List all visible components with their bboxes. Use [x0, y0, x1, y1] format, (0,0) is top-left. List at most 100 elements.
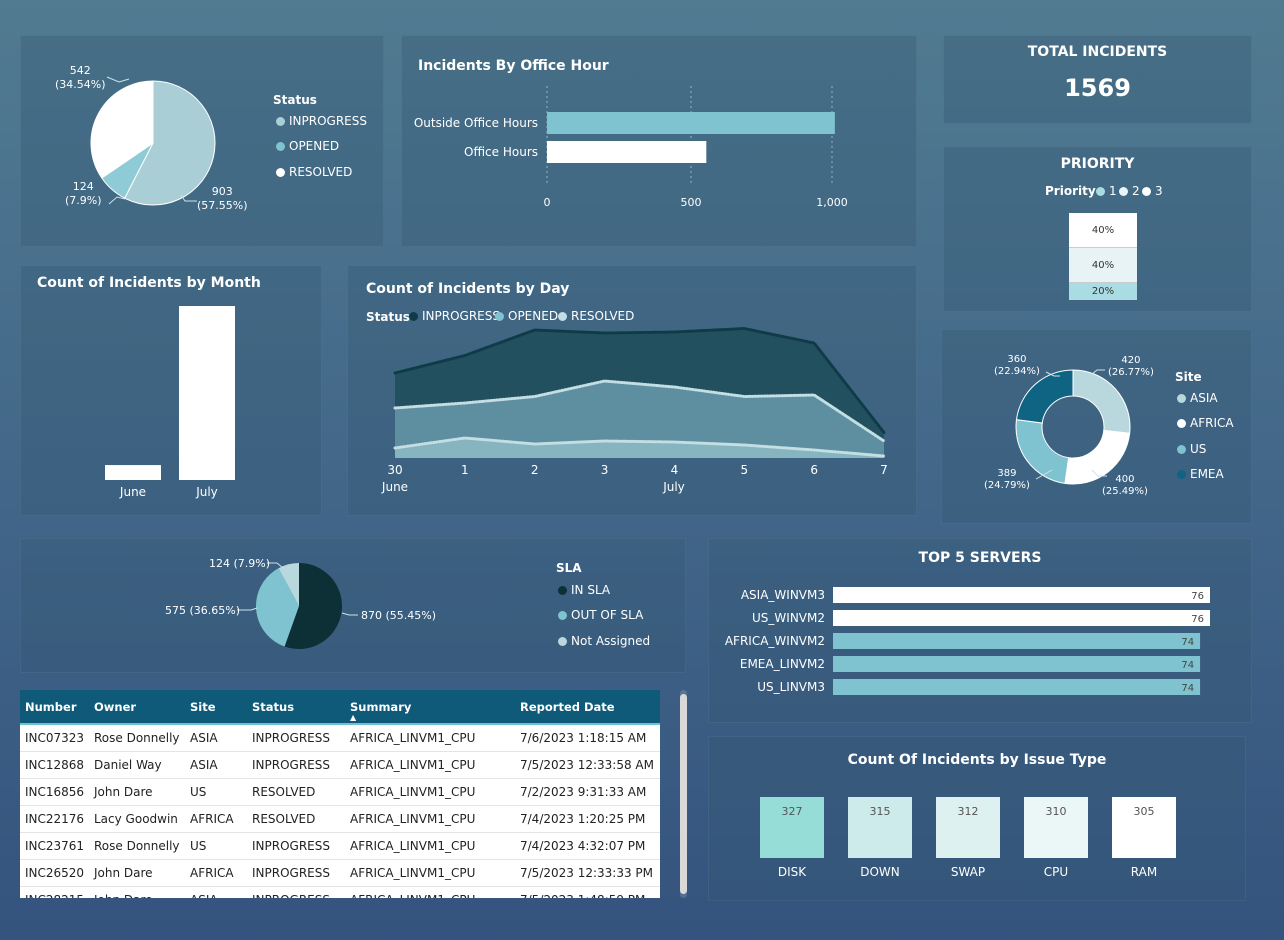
- bar-office-hours[interactable]: [547, 141, 707, 163]
- status-pie-label-opened: 124 (7.9%): [65, 180, 102, 207]
- table-cell: INC16856: [25, 785, 85, 799]
- table-cell: INC07323: [25, 731, 85, 745]
- table-cell: US: [190, 839, 207, 853]
- tile-value-label: 315: [870, 805, 891, 818]
- day-tick-label: 6: [810, 463, 818, 477]
- table-cell: 7/4/2023 4:32:07 PM: [520, 839, 646, 853]
- column-header-site[interactable]: Site: [185, 700, 247, 714]
- priority-legend-1[interactable]: 1: [1096, 184, 1117, 198]
- bar-us_winvm2[interactable]: [833, 610, 1210, 626]
- priority-card: PRIORITY Priority 1 2 3 40% 40% 20%: [943, 146, 1252, 312]
- tile-value-label: 310: [1046, 805, 1067, 818]
- bar-june[interactable]: [105, 465, 161, 480]
- table-row[interactable]: INC07323 Rose Donnelly ASIA INPROGRESS AFRIC…: [20, 725, 660, 752]
- table-cell: AFRICA: [190, 812, 234, 826]
- status-legend-title: Status: [273, 93, 317, 107]
- sla-legend-out-of-sla[interactable]: OUT OF SLA: [558, 608, 643, 622]
- table-row[interactable]: INC12868 Daniel Way ASIA INPROGRESS AFRICA_L…: [20, 752, 660, 779]
- table-cell: Daniel Way: [94, 758, 162, 772]
- site-legend-asia[interactable]: ASIA: [1177, 391, 1218, 405]
- table-cell: Rose Donnelly: [94, 731, 180, 745]
- table-cell: INPROGRESS: [247, 893, 345, 898]
- table-cell: US: [190, 785, 207, 799]
- tile-category-label: DISK: [778, 865, 807, 879]
- column-header-number[interactable]: Number: [20, 700, 89, 714]
- table-cell: John Dare: [89, 893, 185, 898]
- priority-segment-1[interactable]: 20%: [1069, 283, 1137, 300]
- table-row[interactable]: INC26520 John Dare AFRICA INPROGRESS AFRICA_…: [20, 860, 660, 887]
- bar-outside-office-hours[interactable]: [547, 112, 835, 134]
- legend-dot: [1177, 418, 1186, 428]
- column-header-status[interactable]: Status: [247, 700, 345, 714]
- table-cell: INC23761: [25, 839, 85, 853]
- legend-dot: [1177, 444, 1186, 454]
- status-pie-label-inprogress: 903 (57.55%): [197, 185, 248, 212]
- office-category-label: Outside Office Hours: [414, 116, 538, 130]
- server-value-label: 74: [1181, 660, 1194, 671]
- table-scrollbar[interactable]: [680, 690, 687, 898]
- site-legend-us[interactable]: US: [1177, 442, 1206, 456]
- priority-segment-3[interactable]: 40%: [1069, 213, 1137, 248]
- legend-dot: [1119, 186, 1128, 196]
- column-header-owner[interactable]: Owner: [89, 700, 185, 714]
- table-cell: INC22176: [25, 812, 85, 826]
- site-legend-emea[interactable]: EMEA: [1177, 467, 1224, 481]
- table-row[interactable]: INC28215John DareASIAINPROGRESSAFRICA_LI…: [20, 887, 660, 898]
- table-row[interactable]: INC22176 Lacy Goodwin AFRICA RESOLVED AFRICA…: [20, 806, 660, 833]
- bar-emea_linvm2[interactable]: [833, 656, 1201, 672]
- bar-africa_winvm2[interactable]: [833, 633, 1201, 649]
- day-tick-label: 4: [671, 463, 679, 477]
- column-header-reported-date[interactable]: Reported Date: [515, 700, 660, 714]
- day-tick-label: 30: [387, 463, 402, 477]
- priority-segment-2[interactable]: 40%: [1069, 248, 1137, 283]
- day-tick-label: 1: [461, 463, 469, 477]
- table-cell: Rose Donnelly: [94, 839, 180, 853]
- servers-card: TOP 5 SERVERS ASIA_WINVM3 76 US_WINVM2 76 AF…: [708, 538, 1252, 723]
- day-tick-label: 5: [740, 463, 748, 477]
- server-value-label: 76: [1191, 591, 1204, 602]
- server-label: AFRICA_WINVM2: [725, 634, 825, 648]
- sla-legend-not-assigned[interactable]: Not Assigned: [558, 634, 650, 648]
- table-row[interactable]: INC16856 John Dare US RESOLVED AFRICA_LINVM1…: [20, 779, 660, 806]
- month-card: Count of Incidents by Month June July: [20, 265, 322, 516]
- priority-legend-2[interactable]: 2: [1119, 184, 1140, 198]
- status-legend-resolved[interactable]: RESOLVED: [276, 165, 352, 179]
- status-legend-opened[interactable]: OPENED: [276, 139, 339, 153]
- office-hour-chart: Outside Office Hours Office Hours 0 500 1…: [414, 86, 848, 209]
- table-cell: Lacy Goodwin: [94, 812, 178, 826]
- table-cell: AFRICA_LINVM1_CPU: [350, 812, 476, 826]
- bar-july[interactable]: [179, 306, 235, 480]
- sla-legend-title: SLA: [556, 561, 582, 575]
- sla-legend-in-sla[interactable]: IN SLA: [558, 583, 610, 597]
- table-row[interactable]: INC23761 Rose Donnelly US INPROGRESS AFRICA_…: [20, 833, 660, 860]
- site-label-emea: 360 (22.94%): [994, 354, 1040, 377]
- site-legend-africa[interactable]: AFRICA: [1177, 416, 1234, 430]
- table-cell: INC12868: [25, 758, 85, 772]
- tile-category-label: CPU: [1044, 865, 1068, 879]
- office-hour-card: Incidents By Office Hour Outside Office …: [401, 35, 917, 247]
- office-category-label: Office Hours: [464, 145, 538, 159]
- bar-us_linvm3[interactable]: [833, 679, 1201, 695]
- site-card: 360 (22.94%) 420 (26.77%) 389 (24.79%) 400(…: [941, 329, 1252, 524]
- priority-title: PRIORITY: [1060, 156, 1135, 172]
- table-cell: 7/6/2023 1:18:15 AM: [520, 731, 647, 745]
- legend-dot: [276, 116, 285, 126]
- priority-legend-title: Priority: [1045, 184, 1096, 198]
- table-cell: 7/5/2023 1:48:59 PM: [515, 893, 660, 898]
- site-label-africa: 400 (25.49%): [1102, 474, 1148, 497]
- legend-dot: [1177, 393, 1186, 403]
- bar-asia_winvm3[interactable]: [833, 587, 1210, 603]
- legend-dot: [558, 610, 567, 620]
- total-incidents-title: TOTAL INCIDENTS: [1027, 44, 1168, 60]
- tile-category-label: RAM: [1131, 865, 1157, 879]
- status-legend-inprogress[interactable]: INPROGRESS: [276, 114, 367, 128]
- server-label: ASIA_WINVM3: [741, 588, 825, 602]
- tile-value-label: 305: [1134, 805, 1155, 818]
- table-cell: 7/5/2023 12:33:33 PM: [520, 866, 654, 880]
- server-label: US_WINVM2: [752, 611, 825, 625]
- table-scroll-thumb[interactable]: [680, 694, 687, 894]
- priority-legend-3[interactable]: 3: [1142, 184, 1163, 198]
- slice-asia[interactable]: [1072, 369, 1131, 434]
- table-body: INC07323 Rose Donnelly ASIA INPROGRESS AFRIC…: [20, 725, 660, 898]
- column-header-summary[interactable]: Summary ▲: [345, 700, 515, 722]
